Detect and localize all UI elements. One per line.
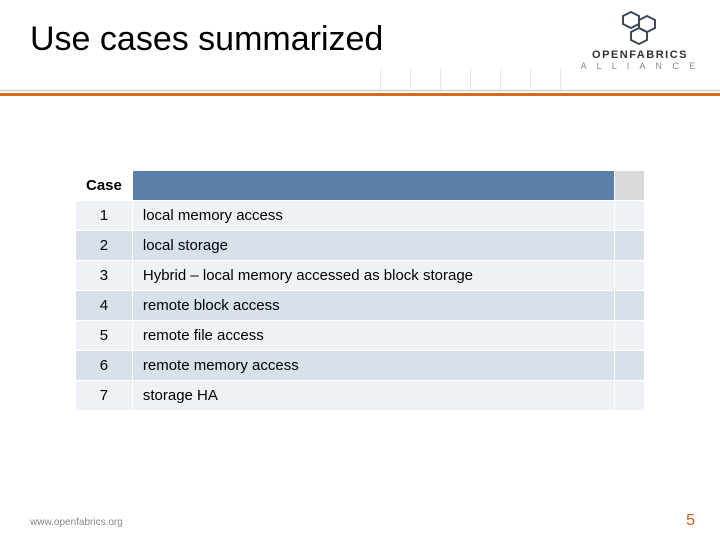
- table-header-row: Case: [76, 171, 645, 201]
- use-cases-table: Case 1 local memory access 2 local stora…: [75, 170, 645, 411]
- table-row: 6 remote memory access: [76, 351, 645, 381]
- cell-filler: [615, 381, 645, 411]
- footer-url: www.openfabrics.org: [30, 517, 123, 528]
- cell-desc: remote block access: [132, 291, 614, 321]
- cell-desc: storage HA: [132, 381, 614, 411]
- table-row: 2 local storage: [76, 231, 645, 261]
- table-row: 4 remote block access: [76, 291, 645, 321]
- logo: OPENFABRICS A L L I A N C E: [580, 10, 700, 72]
- cell-desc: local memory access: [132, 201, 614, 231]
- cell-case: 3: [76, 261, 133, 291]
- cell-desc: remote memory access: [132, 351, 614, 381]
- cell-case: 5: [76, 321, 133, 351]
- cell-filler: [615, 201, 645, 231]
- cell-desc: Hybrid – local memory accessed as block …: [132, 261, 614, 291]
- cell-filler: [615, 321, 645, 351]
- logo-icon: [580, 10, 700, 48]
- cell-desc: local storage: [132, 231, 614, 261]
- cell-filler: [615, 231, 645, 261]
- table-row: 7 storage HA: [76, 381, 645, 411]
- col-desc: [132, 171, 614, 201]
- table-row: 1 local memory access: [76, 201, 645, 231]
- cell-filler: [615, 291, 645, 321]
- table-row: 5 remote file access: [76, 321, 645, 351]
- col-case: Case: [76, 171, 133, 201]
- slide-title: Use cases summarized: [30, 20, 383, 59]
- decorative-ticks: [0, 68, 720, 90]
- cell-case: 6: [76, 351, 133, 381]
- divider: [0, 90, 720, 96]
- col-filler: [615, 171, 645, 201]
- table-row: 3 Hybrid – local memory accessed as bloc…: [76, 261, 645, 291]
- cell-case: 7: [76, 381, 133, 411]
- cell-filler: [615, 261, 645, 291]
- cell-filler: [615, 351, 645, 381]
- cell-case: 2: [76, 231, 133, 261]
- cell-desc: remote file access: [132, 321, 614, 351]
- logo-text-primary: OPENFABRICS: [580, 50, 700, 61]
- page-number: 5: [686, 512, 695, 530]
- cell-case: 4: [76, 291, 133, 321]
- cell-case: 1: [76, 201, 133, 231]
- slide: Use cases summarized OPENFABRICS A L L I…: [0, 0, 720, 540]
